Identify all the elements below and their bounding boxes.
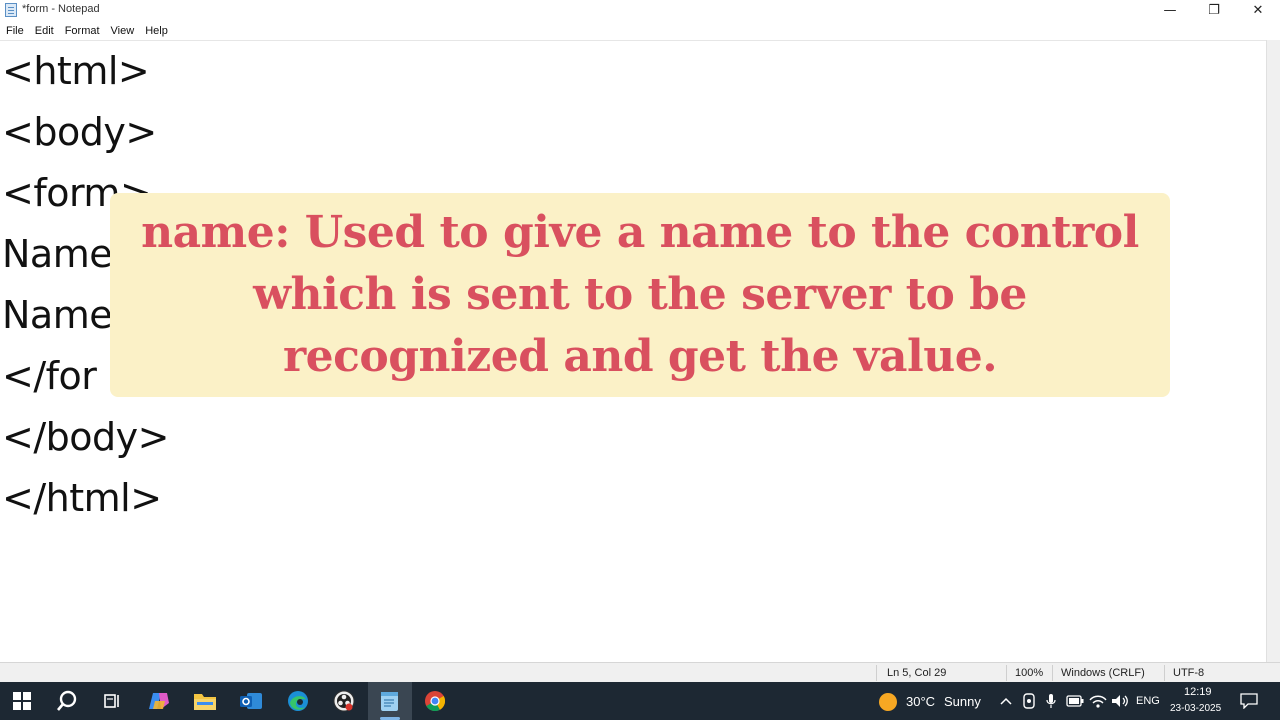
file-explorer-icon[interactable] <box>193 689 217 713</box>
menu-bar: File Edit Format View Help <box>0 21 1280 40</box>
task-view-icon[interactable] <box>100 689 124 713</box>
editor-line: <body> <box>2 110 157 154</box>
app-tray-icon[interactable] <box>1019 689 1039 713</box>
caption-overlay: name: Used to give a name to the control… <box>110 193 1170 397</box>
microphone-icon[interactable] <box>1041 689 1061 713</box>
status-separator <box>1164 665 1165 681</box>
copilot-icon[interactable] <box>147 689 171 713</box>
clock-time: 12:19 <box>1184 686 1212 698</box>
volume-icon[interactable] <box>1109 689 1131 713</box>
title-bar[interactable]: *form - Notepad — ❐ ✕ <box>0 0 1280 21</box>
chrome-icon[interactable] <box>423 689 447 713</box>
menu-format[interactable]: Format <box>65 25 100 37</box>
restore-button[interactable]: ❐ <box>1192 0 1236 21</box>
zoom-level: 100% <box>1015 667 1044 679</box>
windows-start-icon[interactable] <box>10 689 34 713</box>
minimize-button[interactable]: — <box>1148 0 1192 21</box>
notification-icon[interactable] <box>1238 689 1260 713</box>
status-bar: Ln 5, Col 29 100% Windows (CRLF) UTF-8 <box>0 662 1280 682</box>
editor-line: Name <box>2 293 113 337</box>
editor-line: <html> <box>2 49 150 93</box>
chevron-up-icon[interactable] <box>996 689 1016 713</box>
line-ending: Windows (CRLF) <box>1061 667 1145 679</box>
editor-line: </body> <box>2 415 169 459</box>
wifi-icon[interactable] <box>1087 689 1109 713</box>
language-indicator[interactable]: ENG <box>1136 695 1160 707</box>
obs-icon[interactable] <box>332 689 356 713</box>
close-button[interactable]: ✕ <box>1236 0 1280 21</box>
outlook-icon[interactable] <box>239 689 263 713</box>
caption-text: name: Used to give a name to the control… <box>141 207 1139 382</box>
status-separator <box>1006 665 1007 681</box>
status-separator <box>876 665 877 681</box>
menu-view[interactable]: View <box>111 25 135 37</box>
weather-text: Sunny <box>944 694 981 709</box>
editor-line: </for <box>2 354 97 398</box>
battery-icon[interactable] <box>1064 689 1086 713</box>
notepad-icon[interactable] <box>378 689 402 713</box>
status-separator <box>1052 665 1053 681</box>
notepad-window: *form - Notepad — ❐ ✕ File Edit Format V… <box>0 0 1280 682</box>
window-title: *form - Notepad <box>22 3 100 15</box>
search-icon[interactable] <box>55 689 79 713</box>
editor-line: </html> <box>2 476 162 520</box>
cursor-position: Ln 5, Col 29 <box>887 667 947 679</box>
encoding: UTF-8 <box>1173 667 1205 679</box>
edge-icon[interactable] <box>286 689 310 713</box>
weather-temp: 30°C <box>906 694 936 709</box>
menu-file[interactable]: File <box>6 25 24 37</box>
editor-line: Name <box>2 232 113 276</box>
sun-icon <box>879 693 897 711</box>
menu-help[interactable]: Help <box>145 25 168 37</box>
vertical-scrollbar[interactable] <box>1266 40 1280 662</box>
taskbar: 30°C Sunny ENG 12:19 23-03-2025 <box>0 682 1280 720</box>
clock-date: 23-03-2025 <box>1170 703 1222 714</box>
notepad-app-icon <box>5 3 17 17</box>
menu-edit[interactable]: Edit <box>35 25 54 37</box>
